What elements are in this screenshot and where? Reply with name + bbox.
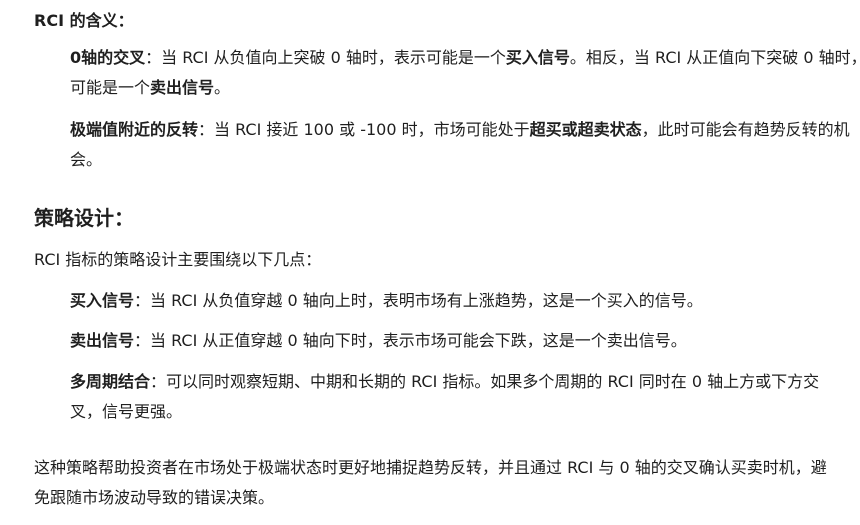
strategy-intro: RCI 指标的策略设计主要围绕以下几点：	[34, 250, 322, 269]
strategy-summary: 这种策略帮助投资者在市场处于极端状态时更好地捕捉趋势反转，并且通过 RCI 与 …	[34, 458, 827, 507]
bold-term: 卖出信号	[150, 78, 215, 97]
body-text: ：当 RCI 从正值穿越 0 轴向下时，表示市场可能会下跌，这是一个卖出信号。	[134, 331, 687, 350]
bold-term: 超买或超卖状态	[529, 120, 642, 139]
bold-term: 买入信号	[70, 291, 135, 310]
strategy-item-buy-signal: 买入信号：当 RCI 从负值穿越 0 轴向上时，表明市场有上涨趋势，这是一个买入…	[70, 286, 860, 316]
rci-meaning-heading: RCI 的含义：	[34, 11, 134, 30]
strategy-item-multi-period: 多周期结合：可以同时观察短期、中期和长期的 RCI 指标。如果多个周期的 RCI…	[70, 367, 840, 427]
bold-term: 极端值附近的反转	[70, 120, 199, 139]
body-text: ：当 RCI 接近 100 或 -100 时，市场可能处于	[198, 120, 530, 139]
strategy-item-sell-signal: 卖出信号：当 RCI 从正值穿越 0 轴向下时，表示市场可能会下跌，这是一个卖出…	[70, 326, 860, 356]
bold-term: 0轴的交叉	[70, 48, 146, 67]
bold-term: 买入信号	[505, 48, 570, 67]
body-text: 。	[214, 78, 231, 97]
bold-term: 多周期结合	[70, 372, 151, 391]
body-text: ：当 RCI 从负值穿越 0 轴向上时，表明市场有上涨趋势，这是一个买入的信号。	[134, 291, 703, 310]
body-text: ：当 RCI 从负值向上突破 0 轴时，表示可能是一个	[145, 48, 506, 67]
bold-term: 卖出信号	[70, 331, 135, 350]
strategy-heading: 策略设计：	[34, 206, 134, 230]
body-text: ：可以同时观察短期、中期和长期的 RCI 指标。如果多个周期的 RCI 同时在 …	[70, 372, 820, 421]
meaning-item-extreme-reversal: 极端值附近的反转：当 RCI 接近 100 或 -100 时，市场可能处于超买或…	[70, 115, 860, 175]
meaning-item-zero-cross: 0轴的交叉：当 RCI 从负值向上突破 0 轴时，表示可能是一个买入信号。相反，…	[70, 43, 860, 103]
